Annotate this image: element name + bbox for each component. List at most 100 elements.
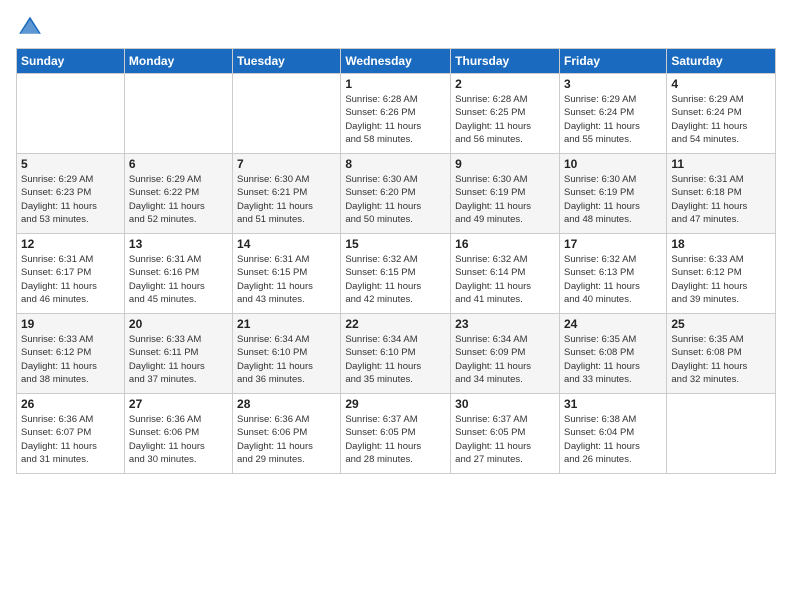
day-info: Sunrise: 6:29 AMSunset: 6:23 PMDaylight:… bbox=[21, 173, 120, 226]
weekday-header-tuesday: Tuesday bbox=[233, 49, 341, 74]
calendar-cell: 26 Sunrise: 6:36 AMSunset: 6:07 PMDayligh… bbox=[17, 394, 125, 474]
day-number: 3 bbox=[564, 77, 662, 91]
calendar-cell: 20Sunrise: 6:33 AMSunset: 6:11 PMDayligh… bbox=[124, 314, 232, 394]
calendar-cell: 2Sunrise: 6:28 AMSunset: 6:25 PMDaylight… bbox=[451, 74, 560, 154]
calendar-cell: 15 Sunrise: 6:32 AMSunset: 6:15 PMDayligh… bbox=[341, 234, 451, 314]
day-number: 5 bbox=[21, 157, 120, 171]
weekday-header-saturday: Saturday bbox=[667, 49, 776, 74]
day-number: 11 bbox=[671, 157, 771, 171]
calendar-cell: 25 Sunrise: 6:35 AMSunset: 6:08 PMDayligh… bbox=[667, 314, 776, 394]
day-info: Sunrise: 6:33 AMSunset: 6:12 PMDaylight:… bbox=[671, 253, 771, 306]
calendar-cell: 21 Sunrise: 6:34 AMSunset: 6:10 PMDayligh… bbox=[233, 314, 341, 394]
day-number: 27 bbox=[129, 397, 228, 411]
weekday-header-sunday: Sunday bbox=[17, 49, 125, 74]
calendar-cell: 19 Sunrise: 6:33 AMSunset: 6:12 PMDayligh… bbox=[17, 314, 125, 394]
calendar-cell: 7 Sunrise: 6:30 AMSunset: 6:21 PMDaylight… bbox=[233, 154, 341, 234]
calendar-cell: 28 Sunrise: 6:36 AMSunset: 6:06 PMDayligh… bbox=[233, 394, 341, 474]
calendar-cell: 29 Sunrise: 6:37 AMSunset: 6:05 PMDayligh… bbox=[341, 394, 451, 474]
day-number: 30 bbox=[455, 397, 555, 411]
calendar-cell bbox=[667, 394, 776, 474]
day-number: 1 bbox=[345, 77, 446, 91]
calendar-cell: 3 Sunrise: 6:29 AMSunset: 6:24 PMDaylight… bbox=[559, 74, 666, 154]
day-info: Sunrise: 6:38 AMSunset: 6:04 PMDaylight:… bbox=[564, 413, 662, 466]
calendar-cell: 4 Sunrise: 6:29 AMSunset: 6:24 PMDaylight… bbox=[667, 74, 776, 154]
calendar-cell: 6 Sunrise: 6:29 AMSunset: 6:22 PMDaylight… bbox=[124, 154, 232, 234]
day-number: 23 bbox=[455, 317, 555, 331]
day-info: Sunrise: 6:31 AMSunset: 6:15 PMDaylight:… bbox=[237, 253, 336, 306]
day-info: Sunrise: 6:36 AMSunset: 6:07 PMDaylight:… bbox=[21, 413, 120, 466]
day-info: Sunrise: 6:36 AMSunset: 6:06 PMDaylight:… bbox=[129, 413, 228, 466]
day-info: Sunrise: 6:37 AMSunset: 6:05 PMDaylight:… bbox=[455, 413, 555, 466]
calendar-cell: 17 Sunrise: 6:32 AMSunset: 6:13 PMDayligh… bbox=[559, 234, 666, 314]
day-info: Sunrise: 6:33 AMSunset: 6:12 PMDaylight:… bbox=[21, 333, 120, 386]
day-info: Sunrise: 6:32 AMSunset: 6:15 PMDaylight:… bbox=[345, 253, 446, 306]
calendar-cell bbox=[233, 74, 341, 154]
day-number: 19 bbox=[21, 317, 120, 331]
day-number: 15 bbox=[345, 237, 446, 251]
calendar-cell: 13 Sunrise: 6:31 AMSunset: 6:16 PMDayligh… bbox=[124, 234, 232, 314]
day-info: Sunrise: 6:30 AMSunset: 6:20 PMDaylight:… bbox=[345, 173, 446, 226]
day-info: Sunrise: 6:30 AMSunset: 6:19 PMDaylight:… bbox=[564, 173, 662, 226]
weekday-header-row: SundayMondayTuesdayWednesdayThursdayFrid… bbox=[17, 49, 776, 74]
day-number: 10 bbox=[564, 157, 662, 171]
day-info: Sunrise: 6:32 AMSunset: 6:14 PMDaylight:… bbox=[455, 253, 555, 306]
day-number: 29 bbox=[345, 397, 446, 411]
day-info: Sunrise: 6:31 AMSunset: 6:16 PMDaylight:… bbox=[129, 253, 228, 306]
day-number: 6 bbox=[129, 157, 228, 171]
calendar-cell: 11 Sunrise: 6:31 AMSunset: 6:18 PMDayligh… bbox=[667, 154, 776, 234]
day-number: 24 bbox=[564, 317, 662, 331]
calendar-cell: 8 Sunrise: 6:30 AMSunset: 6:20 PMDaylight… bbox=[341, 154, 451, 234]
day-info: Sunrise: 6:29 AMSunset: 6:24 PMDaylight:… bbox=[671, 93, 771, 146]
day-info: Sunrise: 6:35 AMSunset: 6:08 PMDaylight:… bbox=[564, 333, 662, 386]
day-number: 4 bbox=[671, 77, 771, 91]
calendar-cell bbox=[124, 74, 232, 154]
day-info: Sunrise: 6:37 AMSunset: 6:05 PMDaylight:… bbox=[345, 413, 446, 466]
calendar-week-row: 26 Sunrise: 6:36 AMSunset: 6:07 PMDayligh… bbox=[17, 394, 776, 474]
day-info: Sunrise: 6:31 AMSunset: 6:18 PMDaylight:… bbox=[671, 173, 771, 226]
day-number: 17 bbox=[564, 237, 662, 251]
day-number: 21 bbox=[237, 317, 336, 331]
day-info: Sunrise: 6:34 AMSunset: 6:10 PMDaylight:… bbox=[345, 333, 446, 386]
weekday-header-thursday: Thursday bbox=[451, 49, 560, 74]
day-number: 7 bbox=[237, 157, 336, 171]
weekday-header-wednesday: Wednesday bbox=[341, 49, 451, 74]
calendar-cell: 9Sunrise: 6:30 AMSunset: 6:19 PMDaylight… bbox=[451, 154, 560, 234]
day-number: 13 bbox=[129, 237, 228, 251]
day-number: 14 bbox=[237, 237, 336, 251]
day-number: 31 bbox=[564, 397, 662, 411]
calendar-cell: 12Sunrise: 6:31 AMSunset: 6:17 PMDayligh… bbox=[17, 234, 125, 314]
calendar-week-row: 1Sunrise: 6:28 AMSunset: 6:26 PMDaylight… bbox=[17, 74, 776, 154]
calendar-cell: 30 Sunrise: 6:37 AMSunset: 6:05 PMDayligh… bbox=[451, 394, 560, 474]
day-info: Sunrise: 6:30 AMSunset: 6:19 PMDaylight:… bbox=[455, 173, 555, 226]
day-info: Sunrise: 6:29 AMSunset: 6:24 PMDaylight:… bbox=[564, 93, 662, 146]
calendar-cell: 16 Sunrise: 6:32 AMSunset: 6:14 PMDayligh… bbox=[451, 234, 560, 314]
calendar-cell: 18Sunrise: 6:33 AMSunset: 6:12 PMDayligh… bbox=[667, 234, 776, 314]
day-number: 2 bbox=[455, 77, 555, 91]
day-number: 26 bbox=[21, 397, 120, 411]
day-info: Sunrise: 6:34 AMSunset: 6:10 PMDaylight:… bbox=[237, 333, 336, 386]
day-info: Sunrise: 6:36 AMSunset: 6:06 PMDaylight:… bbox=[237, 413, 336, 466]
calendar-cell bbox=[17, 74, 125, 154]
day-info: Sunrise: 6:29 AMSunset: 6:22 PMDaylight:… bbox=[129, 173, 228, 226]
calendar-week-row: 19 Sunrise: 6:33 AMSunset: 6:12 PMDayligh… bbox=[17, 314, 776, 394]
day-info: Sunrise: 6:34 AMSunset: 6:09 PMDaylight:… bbox=[455, 333, 555, 386]
day-info: Sunrise: 6:31 AMSunset: 6:17 PMDaylight:… bbox=[21, 253, 120, 306]
calendar-week-row: 5 Sunrise: 6:29 AMSunset: 6:23 PMDaylight… bbox=[17, 154, 776, 234]
logo-icon bbox=[16, 12, 44, 40]
day-number: 8 bbox=[345, 157, 446, 171]
calendar-cell: 5 Sunrise: 6:29 AMSunset: 6:23 PMDaylight… bbox=[17, 154, 125, 234]
calendar-week-row: 12Sunrise: 6:31 AMSunset: 6:17 PMDayligh… bbox=[17, 234, 776, 314]
day-info: Sunrise: 6:35 AMSunset: 6:08 PMDaylight:… bbox=[671, 333, 771, 386]
day-info: Sunrise: 6:30 AMSunset: 6:21 PMDaylight:… bbox=[237, 173, 336, 226]
weekday-header-monday: Monday bbox=[124, 49, 232, 74]
page-header bbox=[16, 12, 776, 40]
day-number: 25 bbox=[671, 317, 771, 331]
calendar-cell: 27 Sunrise: 6:36 AMSunset: 6:06 PMDayligh… bbox=[124, 394, 232, 474]
day-number: 16 bbox=[455, 237, 555, 251]
calendar-cell: 10 Sunrise: 6:30 AMSunset: 6:19 PMDayligh… bbox=[559, 154, 666, 234]
calendar-cell: 22 Sunrise: 6:34 AMSunset: 6:10 PMDayligh… bbox=[341, 314, 451, 394]
day-info: Sunrise: 6:32 AMSunset: 6:13 PMDaylight:… bbox=[564, 253, 662, 306]
day-number: 22 bbox=[345, 317, 446, 331]
logo bbox=[16, 12, 48, 40]
day-number: 28 bbox=[237, 397, 336, 411]
